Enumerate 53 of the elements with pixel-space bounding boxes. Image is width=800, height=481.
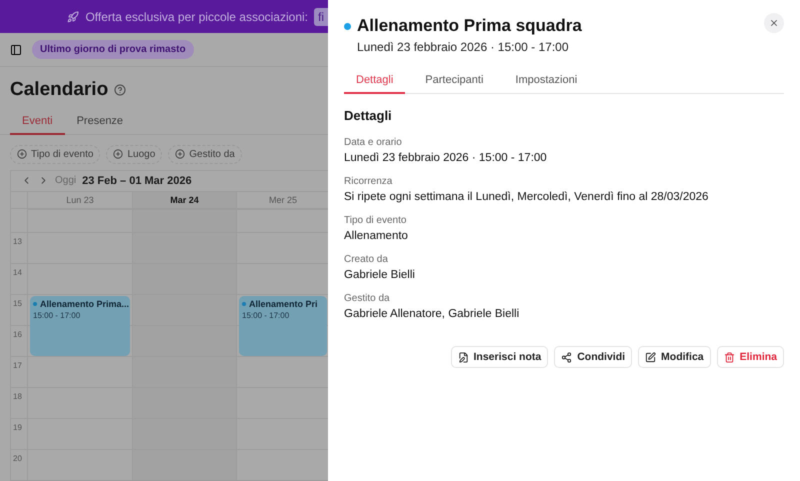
banner-link[interactable]: fi	[314, 8, 328, 26]
tab[interactable]: Presenze	[64, 108, 136, 135]
edit-icon	[645, 352, 656, 362]
field-value: Allenamento	[344, 230, 409, 242]
tab[interactable]: Partecipanti	[413, 68, 496, 94]
event-title: Allenamento Prima squadra	[357, 16, 582, 36]
plus-icon	[113, 149, 124, 160]
event-datetime: Lunedì 23 febbraio 2026 · 15:00 - 17:00	[357, 40, 570, 54]
field-label: Data e orario	[344, 137, 403, 148]
plus-icon	[175, 149, 186, 160]
filter-button[interactable]: Gestito da	[168, 144, 242, 164]
close-icon	[769, 18, 779, 28]
delete-button[interactable]: Elimina	[716, 346, 784, 368]
help-icon[interactable]	[114, 84, 126, 96]
calendar-event[interactable]: Allenamento Prima... 15:00 - 17:00	[30, 296, 130, 356]
day-column[interactable]: Allenamento Prima... 15:00 - 17:00	[27, 209, 132, 481]
sidebar-toggle-icon[interactable]	[10, 44, 22, 56]
share-icon	[561, 352, 572, 362]
trash-icon	[724, 352, 735, 362]
filter-button[interactable]: Tipo di evento	[10, 144, 100, 164]
close-button[interactable]	[764, 13, 784, 33]
plus-icon	[17, 149, 27, 160]
field-value: Lunedì 23 febbraio 2026 · 15:00 - 17:00	[344, 152, 548, 164]
field-value: Si ripete ogni settimana il Lunedì, Mercoledì, Venerdì fino al 28/03/2026	[344, 191, 710, 203]
rocket-icon	[67, 10, 80, 23]
day-column[interactable]: Allenamento Pri 15:00 - 17:00	[236, 209, 328, 481]
event-title: Allenamento Pri	[249, 299, 318, 309]
field-value: Gabriele Allenatore, Gabriele Bielli	[344, 308, 520, 320]
filter-button[interactable]: Luogo	[106, 144, 162, 164]
share-button[interactable]: Condividi	[554, 346, 632, 368]
section-title: Dettagli	[344, 108, 393, 123]
note-icon	[458, 352, 468, 362]
field-label: Tipo di evento	[344, 215, 408, 226]
edit-button[interactable]: Modifica	[638, 346, 711, 368]
calendar-event[interactable]: Allenamento Pri 15:00 - 17:00	[239, 296, 327, 356]
day-header: Mer 25	[236, 191, 328, 209]
event-time: 15:00 - 17:00	[33, 311, 82, 320]
tab[interactable]: Eventi	[10, 108, 65, 135]
field-label: Gestito da	[344, 293, 391, 304]
event-time: 15:00 - 17:00	[242, 311, 290, 320]
field-label: Creato da	[344, 254, 389, 265]
page-title: Calendario	[10, 78, 108, 101]
field-value: Gabriele Bielli	[344, 269, 416, 281]
trial-badge: Ultimo giorno di prova rimasto	[32, 40, 194, 60]
date-range: 23 Feb – 01 Mar 2026	[82, 174, 192, 187]
tab[interactable]: Impostazioni	[503, 68, 590, 94]
event-title: Allenamento Prima...	[40, 299, 130, 309]
day-header: Lun 23	[27, 191, 132, 209]
note-button[interactable]: Inserisci nota	[450, 346, 548, 368]
day-header: Mar 24	[132, 191, 236, 209]
field-label: Ricorrenza	[344, 176, 394, 187]
banner-text: Offerta esclusiva per piccole associazioni:	[85, 10, 308, 24]
tab[interactable]: Dettagli	[344, 68, 406, 94]
